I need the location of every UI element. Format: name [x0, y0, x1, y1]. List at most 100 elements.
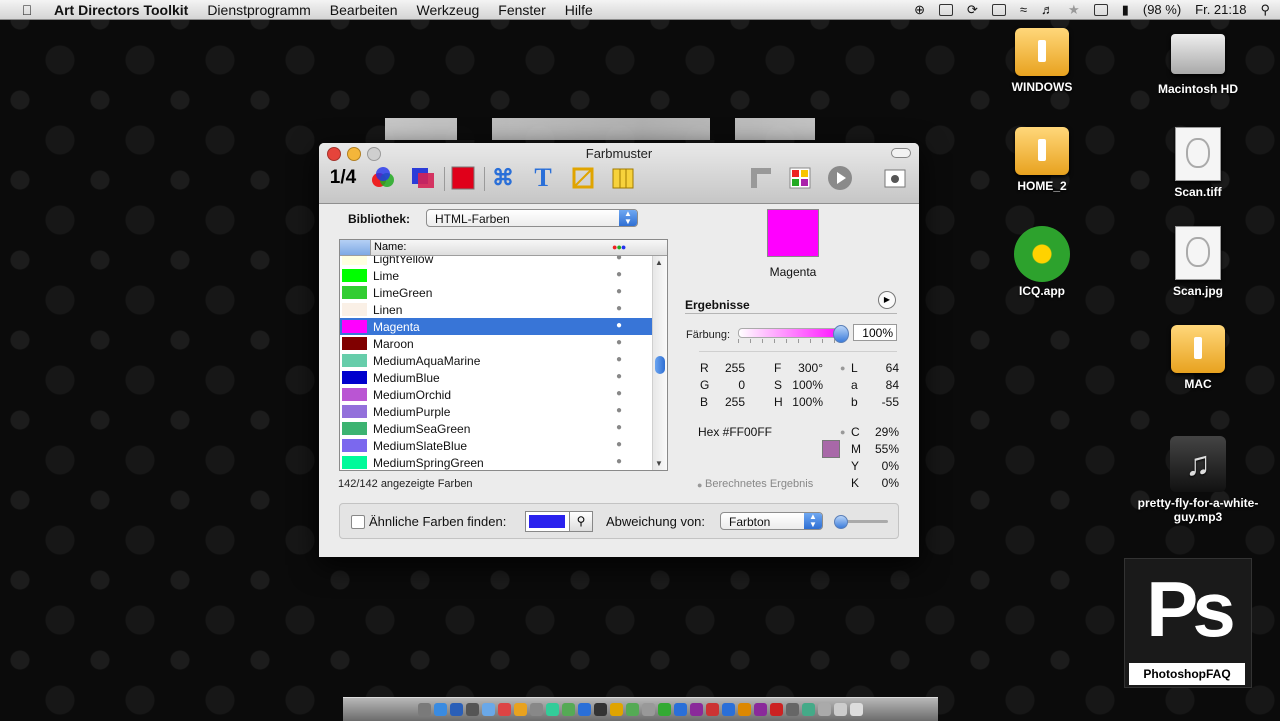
dock-app-icon[interactable]	[514, 703, 527, 716]
toolbar-toggle-button[interactable]	[891, 148, 911, 158]
library-select[interactable]: HTML-Farben ▲ ▼	[426, 209, 638, 227]
dock-app-icon[interactable]	[674, 703, 687, 716]
dock-app-icon[interactable]	[754, 703, 767, 716]
tool-palette-button[interactable]	[786, 164, 814, 192]
desktop-icon-macintosh-hd[interactable]: Macintosh HD	[1143, 28, 1253, 96]
color-row[interactable]: MediumSlateBlue ●	[340, 437, 652, 454]
crosshair-icon[interactable]: ⊕	[914, 2, 925, 18]
menu-hilfe[interactable]: Hilfe	[565, 2, 593, 18]
menu-app-name[interactable]: Art Directors Toolkit	[54, 2, 188, 18]
dock-app-icon[interactable]	[850, 703, 863, 716]
tint-percent-field[interactable]: 100%	[853, 324, 897, 341]
dock-app-icon[interactable]	[626, 703, 639, 716]
wifi-icon[interactable]: ≈	[1020, 2, 1027, 17]
dock-app-icon[interactable]	[610, 703, 623, 716]
dock-app-icon[interactable]	[770, 703, 783, 716]
color-row[interactable]: MediumPurple ●	[340, 403, 652, 420]
tool-capture-button[interactable]	[881, 164, 909, 192]
color-row[interactable]: Linen ●	[340, 301, 652, 318]
dock-app-icon[interactable]	[434, 703, 447, 716]
lab-b-value: -55	[881, 395, 899, 409]
tool-play-button[interactable]	[826, 164, 854, 192]
dock-app-icon[interactable]	[802, 703, 815, 716]
swatch-column-header[interactable]	[340, 240, 371, 255]
display-icon[interactable]	[991, 3, 1006, 16]
color-row[interactable]: MediumSeaGreen ●	[340, 420, 652, 437]
dock-app-icon[interactable]	[738, 703, 751, 716]
tool-command-button[interactable]: ⌘	[489, 164, 517, 192]
color-list-scrollbar[interactable]: ▲ ▼	[652, 256, 667, 470]
color-row[interactable]: Magenta ●	[340, 318, 652, 335]
dock-app-icon[interactable]	[482, 703, 495, 716]
dock-app-icon[interactable]	[642, 703, 655, 716]
desktop-icon-mac[interactable]: MAC	[1143, 325, 1253, 391]
sync-icon[interactable]: ⟳	[967, 2, 978, 18]
tool-swatches-button[interactable]	[449, 164, 477, 192]
desktop-icon-mp3[interactable]: ♫ pretty-fly-for-a-white-guy.mp3	[1133, 436, 1263, 524]
deviation-slider-knob[interactable]	[834, 515, 848, 529]
dock-app-icon[interactable]	[818, 703, 831, 716]
tool-crop-button[interactable]	[569, 164, 597, 192]
desktop-icon-scan-tiff[interactable]: Scan.tiff	[1143, 127, 1253, 199]
apple-menu-icon[interactable]: 	[18, 2, 36, 18]
scroll-thumb[interactable]	[655, 356, 665, 374]
dock-app-icon[interactable]	[578, 703, 591, 716]
screen-icon[interactable]	[939, 3, 953, 16]
dock-app-icon[interactable]	[530, 703, 543, 716]
tool-color-wheel-button[interactable]	[369, 164, 397, 192]
tool-ruler-button[interactable]	[747, 164, 775, 192]
menu-dienstprogramm[interactable]: Dienstprogramm	[207, 2, 310, 18]
color-row[interactable]: Lime ●	[340, 267, 652, 284]
desktop-icon-icq[interactable]: ICQ.app	[987, 226, 1097, 298]
dock-app-icon[interactable]	[498, 703, 511, 716]
similar-colors-checkbox[interactable]	[351, 515, 365, 529]
color-row[interactable]: Maroon ●	[340, 335, 652, 352]
dock-app-icon[interactable]	[690, 703, 703, 716]
color-row[interactable]: MediumBlue ●	[340, 369, 652, 386]
dock-app-icon[interactable]	[562, 703, 575, 716]
dock-app-icon[interactable]	[658, 703, 671, 716]
dock-app-icon[interactable]	[466, 703, 479, 716]
spotlight-icon[interactable]: ⚲	[1260, 2, 1270, 18]
desktop-icon-scan-jpg[interactable]: Scan.jpg	[1143, 226, 1253, 298]
clock[interactable]: Fr. 21:18	[1195, 2, 1246, 17]
window-titlebar[interactable]: Farbmuster 1/4 ⌘ T	[319, 143, 919, 204]
dock-app-icon[interactable]	[450, 703, 463, 716]
bluetooth-icon[interactable]: ★	[1068, 2, 1080, 18]
color-row[interactable]: MediumSpringGreen ●	[340, 454, 652, 470]
dock-app-icon[interactable]	[418, 703, 431, 716]
desktop-icon-home2[interactable]: HOME_2	[987, 127, 1097, 193]
color-row[interactable]: LimeGreen ●	[340, 284, 652, 301]
tint-slider[interactable]	[738, 325, 849, 343]
menu-bearbeiten[interactable]: Bearbeiten	[330, 2, 398, 18]
deviation-slider[interactable]	[834, 515, 888, 529]
desktop-icon-windows[interactable]: WINDOWS	[987, 28, 1097, 94]
volume-icon[interactable]: ♬	[1041, 2, 1054, 17]
dock-app-icon[interactable]	[594, 703, 607, 716]
scroll-down-icon[interactable]: ▼	[655, 459, 663, 468]
color-row[interactable]: MediumOrchid ●	[340, 386, 652, 403]
dock-app-icon[interactable]	[786, 703, 799, 716]
magnifier-button[interactable]: ⚲	[569, 511, 593, 532]
battery-icon[interactable]: ▮	[1122, 2, 1129, 18]
color-mode-dot: ●	[616, 422, 623, 433]
tool-columns-button[interactable]	[609, 164, 637, 192]
dock-app-icon[interactable]	[706, 703, 719, 716]
battery-percent[interactable]: (98 %)	[1143, 2, 1181, 17]
tool-color-mix-button[interactable]	[409, 164, 437, 192]
dock-app-icon[interactable]	[722, 703, 735, 716]
keyboard-icon[interactable]	[1093, 3, 1108, 16]
color-mode-column-icon[interactable]: ●●●	[612, 242, 626, 252]
tool-scale-button[interactable]: 1/4	[329, 164, 357, 192]
results-play-button[interactable]: ▶	[878, 291, 896, 309]
dock-app-icon[interactable]	[834, 703, 847, 716]
scroll-up-icon[interactable]: ▲	[655, 258, 663, 267]
dock-app-icon[interactable]	[546, 703, 559, 716]
menu-werkzeug[interactable]: Werkzeug	[417, 2, 480, 18]
tool-type-button[interactable]: T	[529, 163, 557, 192]
similar-color-well[interactable]	[525, 511, 571, 532]
menu-fenster[interactable]: Fenster	[498, 2, 545, 18]
color-row[interactable]: MediumAquaMarine ●	[340, 352, 652, 369]
name-column-header[interactable]: Name:	[374, 241, 406, 253]
deviation-select[interactable]: Farbton ▲ ▼	[720, 512, 823, 530]
